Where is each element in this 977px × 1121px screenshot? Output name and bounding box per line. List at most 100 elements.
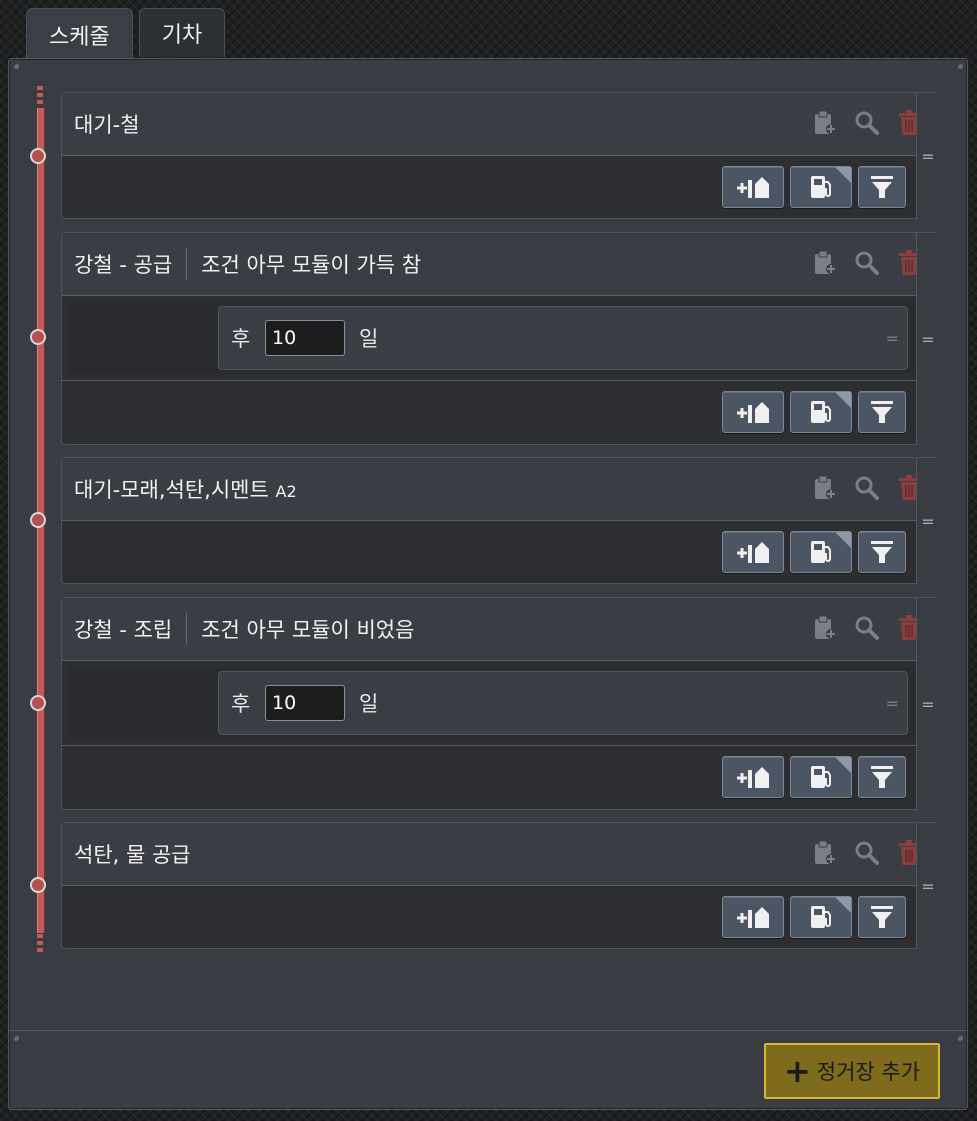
stop-title[interactable]: 강철 - 공급 — [74, 249, 172, 279]
stop-footer — [62, 156, 938, 218]
stop-header: 대기-모래,석탄,시멘트 A2 — [62, 458, 938, 521]
add-cargo-icon — [737, 177, 769, 198]
schedule-stop[interactable]: 석탄, 물 공급 = — [61, 822, 939, 950]
tab-schedule[interactable]: 스케줄 — [26, 8, 133, 61]
add-cargo-button[interactable] — [722, 531, 784, 573]
title-separator — [186, 248, 188, 280]
stop-footer — [62, 521, 938, 583]
search-icon[interactable] — [854, 614, 880, 642]
add-cargo-icon — [737, 907, 769, 928]
clipboard-add-icon[interactable] — [812, 839, 838, 867]
schedule-stop[interactable]: 대기-모래,석탄,시멘트 A2 = — [61, 457, 939, 585]
stop-header: 대기-철 — [62, 93, 938, 156]
clipboard-add-icon[interactable] — [812, 614, 838, 642]
drag-handle[interactable]: = — [916, 598, 939, 811]
wait-days-input[interactable] — [265, 320, 345, 356]
fuel-pump-icon — [811, 176, 831, 198]
schedule-stop[interactable]: 강철 - 조립 조건 아무 모듈이 비었음 후 일 = — [61, 597, 939, 811]
search-icon[interactable] — [854, 839, 880, 867]
filter-icon — [871, 401, 893, 423]
drag-handle[interactable]: = — [916, 93, 939, 220]
refuel-button[interactable] — [790, 756, 852, 798]
timeline-node — [30, 695, 46, 711]
tab-train[interactable]: 기차 — [138, 8, 226, 57]
rivet — [13, 63, 19, 69]
condition-drag-handle[interactable]: = — [886, 694, 899, 713]
add-stop-button[interactable]: + 정거장 추가 — [764, 1043, 940, 1099]
add-cargo-button[interactable] — [722, 896, 784, 938]
stop-header: 강철 - 조립 조건 아무 모듈이 비었음 — [62, 598, 938, 661]
add-stop-label: 정거장 추가 — [816, 1060, 921, 1084]
stop-title-text: 대기-모래,석탄,시멘트 — [74, 478, 269, 502]
refuel-button[interactable] — [790, 166, 852, 208]
wait-unit-label: 일 — [359, 327, 379, 351]
stop-actions — [812, 839, 922, 867]
refuel-button[interactable] — [790, 391, 852, 433]
stop-footer — [62, 886, 938, 948]
timeline-node — [30, 148, 46, 164]
add-cargo-button[interactable] — [722, 391, 784, 433]
stop-header: 강철 - 공급 조건 아무 모듈이 가득 참 — [62, 233, 938, 296]
drag-handle[interactable]: = — [916, 233, 939, 446]
search-icon[interactable] — [854, 249, 880, 277]
stop-footer-buttons — [722, 531, 906, 573]
filter-icon — [871, 906, 893, 928]
refuel-button[interactable] — [790, 531, 852, 573]
stop-header: 석탄, 물 공급 — [62, 823, 938, 886]
fuel-pump-icon — [811, 766, 831, 788]
add-cargo-icon — [737, 767, 769, 788]
stop-footer-buttons — [722, 166, 906, 208]
drag-handle[interactable]: = — [916, 823, 939, 950]
clipboard-add-icon[interactable] — [812, 109, 838, 137]
stop-title[interactable]: 강철 - 조립 — [74, 614, 172, 644]
filter-icon — [871, 541, 893, 563]
stop-actions — [812, 249, 922, 277]
rivet — [957, 63, 963, 69]
stop-title[interactable]: 대기-모래,석탄,시멘트 A2 — [74, 474, 297, 504]
stop-condition[interactable]: 조건 아무 모듈이 가득 참 — [201, 249, 421, 279]
wait-condition-area: 후 일 = — [68, 667, 932, 739]
wait-condition-area: 후 일 = — [68, 302, 932, 374]
drag-handle[interactable]: = — [916, 458, 939, 585]
stop-title[interactable]: 석탄, 물 공급 — [74, 839, 191, 869]
panel-footer-divider — [8, 1030, 966, 1031]
timeline-dash-top — [37, 86, 43, 106]
add-cargo-icon — [737, 542, 769, 563]
schedule-stop[interactable]: 강철 - 공급 조건 아무 모듈이 가득 참 후 일 = — [61, 232, 939, 446]
tab-bar: 스케줄 기차 — [26, 8, 226, 61]
timeline-node — [30, 329, 46, 345]
clipboard-add-icon[interactable] — [812, 474, 838, 502]
wait-days-input[interactable] — [265, 685, 345, 721]
wait-condition-row: 후 일 = — [218, 306, 908, 370]
add-cargo-button[interactable] — [722, 756, 784, 798]
wait-after-label: 후 — [231, 692, 251, 716]
timeline-dash-bottom — [37, 934, 43, 954]
stop-footer-buttons — [722, 896, 906, 938]
add-cargo-button[interactable] — [722, 166, 784, 208]
rivet — [13, 1035, 19, 1041]
stop-footer — [62, 380, 938, 443]
filter-button[interactable] — [858, 756, 906, 798]
search-icon[interactable] — [854, 109, 880, 137]
title-separator — [186, 613, 188, 645]
filter-button[interactable] — [858, 531, 906, 573]
search-icon[interactable] — [854, 474, 880, 502]
rivet — [957, 1035, 963, 1041]
fuel-pump-icon — [811, 541, 831, 563]
stop-condition[interactable]: 조건 아무 모듈이 비었음 — [201, 614, 414, 644]
condition-drag-handle[interactable]: = — [886, 329, 899, 348]
stop-actions — [812, 614, 922, 642]
wait-after-label: 후 — [231, 327, 251, 351]
timeline-node — [30, 877, 46, 893]
filter-button[interactable] — [858, 896, 906, 938]
filter-button[interactable] — [858, 166, 906, 208]
filter-icon — [871, 176, 893, 198]
filter-button[interactable] — [858, 391, 906, 433]
fuel-pump-icon — [811, 906, 831, 928]
timeline-node — [30, 512, 46, 528]
refuel-button[interactable] — [790, 896, 852, 938]
fuel-pump-icon — [811, 401, 831, 423]
stop-title[interactable]: 대기-철 — [74, 109, 140, 139]
schedule-stop[interactable]: 대기-철 = — [61, 92, 939, 220]
clipboard-add-icon[interactable] — [812, 249, 838, 277]
